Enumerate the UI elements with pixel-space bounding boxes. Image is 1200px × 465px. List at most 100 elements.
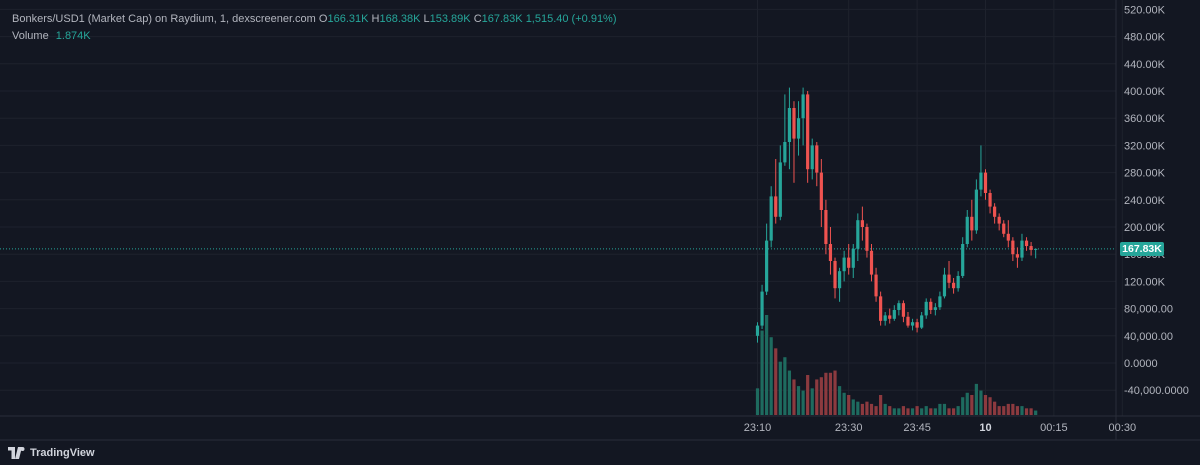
candle-body [961, 244, 965, 276]
candle-body [833, 261, 837, 289]
volume-bar [865, 401, 869, 415]
candle-body [1029, 246, 1033, 250]
candle-body [915, 322, 919, 328]
volume-bar [847, 395, 851, 415]
volume-bar [961, 397, 965, 415]
volume-bar [792, 379, 796, 415]
close-label: C [473, 13, 482, 25]
volume-bar [965, 392, 969, 415]
volume-bar [970, 395, 974, 415]
volume-bar [942, 403, 947, 415]
candle-body [929, 301, 933, 310]
volume-bar [1006, 403, 1010, 415]
volume-bar [883, 403, 887, 415]
volume-bar [778, 361, 782, 415]
candle-body [983, 172, 988, 193]
candlestick-chart[interactable]: 520.00K 480.00K 440.00K 400.00K 360.00K 320.0… [0, 0, 1200, 465]
volume-bar [760, 330, 764, 415]
volume-bar [1011, 403, 1015, 415]
candle-body [824, 210, 828, 244]
candle-body [951, 282, 956, 289]
candle-body [856, 220, 860, 249]
candle-body [769, 196, 773, 241]
y-tick-label: 0.0000 [1124, 358, 1158, 370]
y-tick-label: 200.00K [1124, 222, 1166, 234]
x-tick-label: 10 [979, 422, 991, 434]
y-tick-label: 280.00K [1124, 168, 1166, 180]
candle-body [947, 274, 951, 283]
volume-bar [860, 403, 864, 415]
volume-bar [1024, 408, 1029, 415]
volume-bar [1015, 406, 1020, 415]
volume-bar [983, 395, 988, 415]
y-tick-label: 360.00K [1124, 113, 1166, 125]
volume-bar [915, 406, 919, 415]
volume-bar [869, 403, 874, 415]
x-tick-label: 23:45 [903, 422, 931, 434]
volume-bar [1034, 410, 1038, 415]
volume-bar [938, 403, 942, 415]
candle-body [837, 271, 842, 289]
candle-body [1011, 240, 1015, 255]
candle-body [1024, 240, 1029, 247]
candle-body [933, 307, 937, 310]
candle-body [901, 303, 906, 317]
volume-bar [819, 377, 823, 415]
candle-body [879, 296, 883, 321]
volume-bar [801, 390, 805, 415]
volume-bar [815, 379, 819, 415]
volume-bar [824, 372, 828, 415]
y-tick-label: 400.00K [1124, 86, 1166, 98]
candle-body [942, 274, 947, 297]
volume-bar [1029, 408, 1033, 415]
volume-bar [888, 406, 892, 415]
volume-bar [828, 372, 833, 415]
candle-body [956, 275, 960, 289]
candle-body [760, 291, 764, 326]
candle-body [1015, 254, 1020, 258]
y-tick-label: 80,000.00 [1124, 304, 1173, 316]
volume-bar [892, 408, 896, 415]
volume-bar [851, 399, 855, 415]
volume-bar [947, 408, 951, 415]
volume-bar [796, 386, 801, 415]
candle-body [869, 250, 874, 275]
volume-bar [856, 401, 860, 415]
volume-bar [951, 408, 956, 415]
candle-body [796, 118, 801, 139]
open-value: 166.31K [327, 13, 369, 25]
volume-bar [956, 406, 960, 415]
candle-body [819, 172, 823, 210]
candle-body [847, 257, 851, 268]
last-price-tag: 167.83K [1120, 242, 1164, 256]
candle-body [924, 301, 928, 316]
candle-body [974, 189, 978, 231]
change-value: 1,515.40 (+0.91%) [525, 13, 617, 25]
tradingview-logo-icon [8, 447, 25, 459]
volume-bar [897, 408, 901, 415]
candle-body [883, 315, 887, 321]
candle-body [801, 94, 805, 119]
volume-bar [997, 406, 1001, 415]
volume-bar [783, 357, 787, 415]
volume-bar [769, 337, 773, 415]
y-tick-label: 520.00K [1124, 4, 1166, 16]
volume-bar [774, 348, 778, 415]
volume-bar [810, 388, 814, 415]
volume-label: Volume [12, 30, 49, 42]
volume-bar [920, 408, 924, 415]
y-tick-label: -40,000.0000 [1124, 385, 1189, 397]
candle-body [806, 94, 810, 170]
x-tick-label: 00:15 [1040, 422, 1068, 434]
tradingview-branding[interactable]: TradingView [8, 444, 95, 462]
candle-body [1034, 248, 1038, 250]
volume-bar [842, 392, 846, 415]
volume-bar [1020, 406, 1024, 415]
volume-bar [879, 395, 883, 415]
candle-body [865, 227, 869, 251]
x-tick-label: 23:10 [744, 422, 772, 434]
volume-bar [806, 375, 810, 415]
tradingview-logo-text: TradingView [30, 447, 95, 459]
y-tick-label: 120.00K [1124, 276, 1166, 288]
candle-body [970, 216, 974, 231]
